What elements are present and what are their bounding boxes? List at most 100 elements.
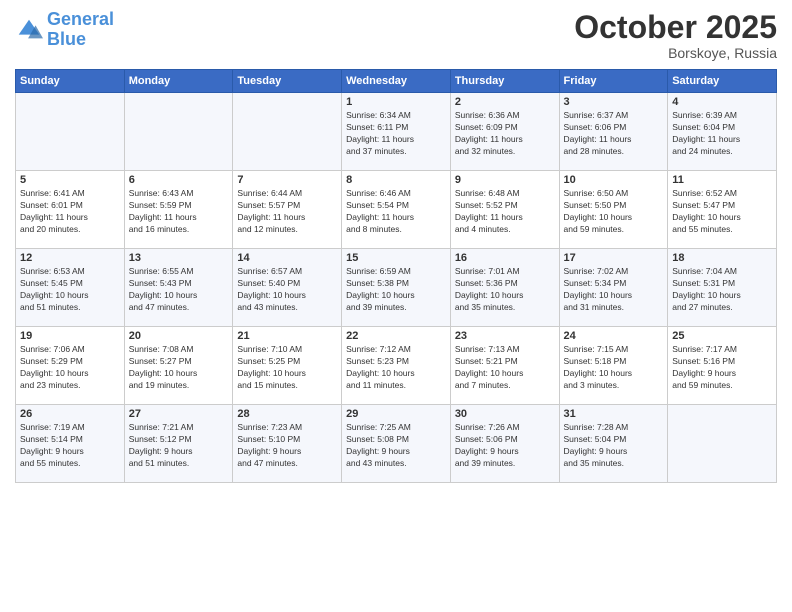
table-row: 4 Sunrise: 6:39 AM Sunset: 6:04 PM Daylig… [668,93,777,171]
header-tuesday: Tuesday [233,70,342,93]
table-row: 19 Sunrise: 7:06 AM Sunset: 5:29 PM Dayli… [16,327,125,405]
table-row [233,93,342,171]
table-row: 2 Sunrise: 6:36 AM Sunset: 6:09 PM Daylig… [450,93,559,171]
table-row: 30 Sunrise: 7:26 AM Sunset: 5:06 PM Dayli… [450,405,559,483]
day-number: 17 [564,252,664,264]
day-number: 25 [672,330,772,342]
table-row: 23 Sunrise: 7:13 AM Sunset: 5:21 PM Dayli… [450,327,559,405]
table-row: 9Sunrise: 6:48 AM Sunset: 5:52 PM Daylig… [450,171,559,249]
table-row: 11Sunrise: 6:52 AM Sunset: 5:47 PM Dayli… [668,171,777,249]
table-row: 22 Sunrise: 7:12 AM Sunset: 5:23 PM Dayli… [342,327,451,405]
day-info: Sunrise: 7:17 AM Sunset: 5:16 PM Dayligh… [672,344,772,392]
day-number: 20 [129,330,229,342]
day-info: Sunrise: 6:41 AM Sunset: 6:01 PM Dayligh… [20,188,120,236]
day-info: Sunrise: 7:25 AM Sunset: 5:08 PM Dayligh… [346,422,446,470]
table-row: 21Sunrise: 7:10 AM Sunset: 5:25 PM Dayli… [233,327,342,405]
day-info: Sunrise: 6:55 AM Sunset: 5:43 PM Dayligh… [129,266,229,314]
day-info: Sunrise: 6:39 AM Sunset: 6:04 PM Dayligh… [672,110,772,158]
calendar-week-row: 5 Sunrise: 6:41 AM Sunset: 6:01 PM Daylig… [16,171,777,249]
day-info: Sunrise: 7:13 AM Sunset: 5:21 PM Dayligh… [455,344,555,392]
logo-line2: Blue [47,29,86,49]
day-info: Sunrise: 6:44 AM Sunset: 5:57 PM Dayligh… [237,188,337,236]
day-number: 29 [346,408,446,420]
day-info: Sunrise: 6:48 AM Sunset: 5:52 PM Dayligh… [455,188,555,236]
day-number: 16 [455,252,555,264]
day-info: Sunrise: 7:06 AM Sunset: 5:29 PM Dayligh… [20,344,120,392]
day-number: 19 [20,330,120,342]
day-number: 4 [672,96,772,108]
logo-text: General Blue [47,10,114,50]
table-row [16,93,125,171]
header-monday: Monday [124,70,233,93]
table-row: 1 Sunrise: 6:34 AM Sunset: 6:11 PM Daylig… [342,93,451,171]
day-info: Sunrise: 7:26 AM Sunset: 5:06 PM Dayligh… [455,422,555,470]
day-number: 13 [129,252,229,264]
logo-icon [15,16,43,44]
table-row: 15Sunrise: 6:59 AM Sunset: 5:38 PM Dayli… [342,249,451,327]
day-number: 3 [564,96,664,108]
table-row: 28 Sunrise: 7:23 AM Sunset: 5:10 PM Dayli… [233,405,342,483]
calendar-header-row: Sunday Monday Tuesday Wednesday Thursday… [16,70,777,93]
calendar-table: Sunday Monday Tuesday Wednesday Thursday… [15,69,777,483]
table-row: 27Sunrise: 7:21 AM Sunset: 5:12 PM Dayli… [124,405,233,483]
day-number: 14 [237,252,337,264]
day-info: Sunrise: 6:57 AM Sunset: 5:40 PM Dayligh… [237,266,337,314]
table-row: 26Sunrise: 7:19 AM Sunset: 5:14 PM Dayli… [16,405,125,483]
day-info: Sunrise: 6:53 AM Sunset: 5:45 PM Dayligh… [20,266,120,314]
day-number: 6 [129,174,229,186]
day-info: Sunrise: 7:08 AM Sunset: 5:27 PM Dayligh… [129,344,229,392]
day-info: Sunrise: 7:01 AM Sunset: 5:36 PM Dayligh… [455,266,555,314]
month-title: October 2025 [574,10,777,45]
day-info: Sunrise: 6:46 AM Sunset: 5:54 PM Dayligh… [346,188,446,236]
table-row: 10 Sunrise: 6:50 AM Sunset: 5:50 PM Dayli… [559,171,668,249]
day-number: 18 [672,252,772,264]
logo: General Blue [15,10,114,50]
location: Borskoye, Russia [574,45,777,61]
day-info: Sunrise: 6:37 AM Sunset: 6:06 PM Dayligh… [564,110,664,158]
logo-line1: General [47,9,114,29]
table-row: 3 Sunrise: 6:37 AM Sunset: 6:06 PM Daylig… [559,93,668,171]
day-info: Sunrise: 7:23 AM Sunset: 5:10 PM Dayligh… [237,422,337,470]
table-row: 13 Sunrise: 6:55 AM Sunset: 5:43 PM Dayli… [124,249,233,327]
day-number: 22 [346,330,446,342]
day-number: 12 [20,252,120,264]
table-row: 6Sunrise: 6:43 AM Sunset: 5:59 PM Daylig… [124,171,233,249]
day-info: Sunrise: 7:04 AM Sunset: 5:31 PM Dayligh… [672,266,772,314]
day-number: 23 [455,330,555,342]
table-row: 14 Sunrise: 6:57 AM Sunset: 5:40 PM Dayli… [233,249,342,327]
day-info: Sunrise: 7:12 AM Sunset: 5:23 PM Dayligh… [346,344,446,392]
header-wednesday: Wednesday [342,70,451,93]
page-header: General Blue October 2025 Borskoye, Russ… [15,10,777,61]
day-number: 1 [346,96,446,108]
calendar-week-row: 26Sunrise: 7:19 AM Sunset: 5:14 PM Dayli… [16,405,777,483]
table-row: 5 Sunrise: 6:41 AM Sunset: 6:01 PM Daylig… [16,171,125,249]
day-info: Sunrise: 6:50 AM Sunset: 5:50 PM Dayligh… [564,188,664,236]
day-info: Sunrise: 7:19 AM Sunset: 5:14 PM Dayligh… [20,422,120,470]
day-number: 30 [455,408,555,420]
day-number: 8 [346,174,446,186]
calendar-week-row: 19 Sunrise: 7:06 AM Sunset: 5:29 PM Dayli… [16,327,777,405]
header-saturday: Saturday [668,70,777,93]
day-number: 28 [237,408,337,420]
table-row: 25 Sunrise: 7:17 AM Sunset: 5:16 PM Dayli… [668,327,777,405]
day-info: Sunrise: 7:15 AM Sunset: 5:18 PM Dayligh… [564,344,664,392]
day-info: Sunrise: 7:28 AM Sunset: 5:04 PM Dayligh… [564,422,664,470]
table-row: 8 Sunrise: 6:46 AM Sunset: 5:54 PM Daylig… [342,171,451,249]
day-info: Sunrise: 6:34 AM Sunset: 6:11 PM Dayligh… [346,110,446,158]
title-block: October 2025 Borskoye, Russia [574,10,777,61]
day-info: Sunrise: 6:52 AM Sunset: 5:47 PM Dayligh… [672,188,772,236]
table-row: 20 Sunrise: 7:08 AM Sunset: 5:27 PM Dayli… [124,327,233,405]
day-number: 10 [564,174,664,186]
day-info: Sunrise: 7:02 AM Sunset: 5:34 PM Dayligh… [564,266,664,314]
day-number: 7 [237,174,337,186]
day-number: 21 [237,330,337,342]
day-info: Sunrise: 6:59 AM Sunset: 5:38 PM Dayligh… [346,266,446,314]
table-row: 29 Sunrise: 7:25 AM Sunset: 5:08 PM Dayli… [342,405,451,483]
day-number: 2 [455,96,555,108]
calendar-week-row: 1 Sunrise: 6:34 AM Sunset: 6:11 PM Daylig… [16,93,777,171]
table-row: 12 Sunrise: 6:53 AM Sunset: 5:45 PM Dayli… [16,249,125,327]
table-row: 18 Sunrise: 7:04 AM Sunset: 5:31 PM Dayli… [668,249,777,327]
day-info: Sunrise: 6:36 AM Sunset: 6:09 PM Dayligh… [455,110,555,158]
table-row: 16 Sunrise: 7:01 AM Sunset: 5:36 PM Dayli… [450,249,559,327]
day-number: 5 [20,174,120,186]
